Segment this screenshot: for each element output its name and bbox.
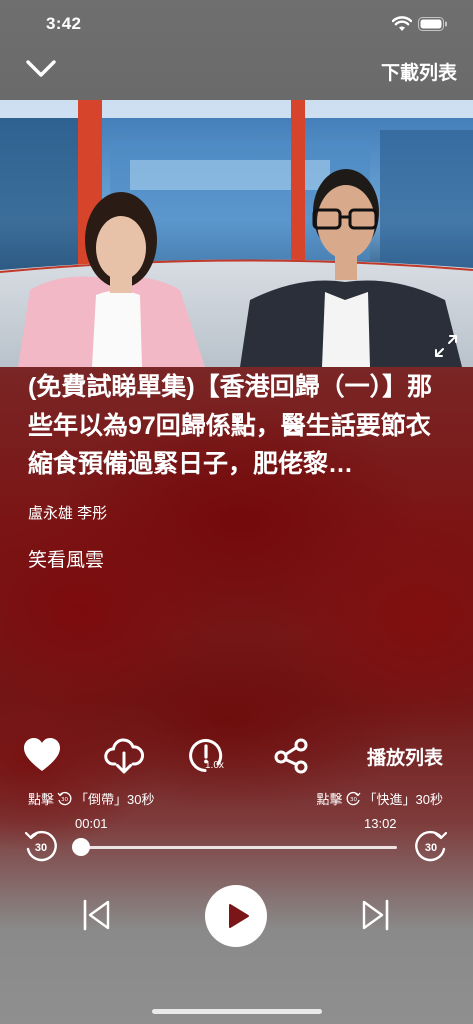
rewind-hint: 點擊 30 「倒帶」30秒 [28, 789, 154, 808]
rewind-30-mini-icon: 30 [57, 791, 72, 806]
share-icon[interactable] [272, 736, 312, 776]
previous-track-icon[interactable] [80, 898, 114, 932]
play-icon [229, 904, 249, 928]
fullscreen-expand-icon[interactable] [433, 333, 459, 359]
forward-seconds: 30 [425, 842, 437, 854]
forward-30-button[interactable]: 30 [414, 829, 448, 863]
svg-text:30: 30 [61, 797, 68, 803]
speed-badge: 1.0x [205, 760, 224, 771]
video-player[interactable] [0, 100, 473, 367]
forward-30-icon: 30 [415, 830, 448, 862]
wifi-icon [392, 16, 412, 31]
battery-icon [418, 17, 447, 31]
collapse-chevron-icon[interactable] [24, 54, 58, 82]
playlist-link[interactable]: 播放列表 [367, 743, 443, 770]
home-indicator [152, 1009, 322, 1014]
rewind-30-button[interactable]: 30 [24, 829, 58, 863]
next-track-icon[interactable] [358, 898, 392, 932]
playback-speed-button[interactable]: 1.0x [188, 736, 228, 776]
forward-hint-text: 「快進」30秒 [363, 792, 443, 807]
rewind-seconds: 30 [35, 842, 47, 854]
cloud-download-icon[interactable] [104, 736, 144, 776]
play-button[interactable] [205, 885, 267, 947]
rewind-hint-text: 「倒帶」30秒 [75, 792, 155, 807]
episode-title: (免費試睇單集)【香港回歸（一）】那些年以為97回歸係點，醫生話要節衣縮食預備過… [28, 373, 433, 478]
like-heart-icon[interactable] [22, 736, 62, 776]
forward-hint-prefix: 點擊 [316, 792, 343, 807]
rewind-30-icon: 30 [24, 830, 57, 862]
video-frame [0, 100, 473, 367]
download-list-link[interactable]: 下載列表 [381, 58, 457, 85]
episode-hosts: 盧永雄 李彤 [28, 505, 108, 522]
program-name[interactable]: 笑看風雲 [28, 545, 104, 572]
progress-thumb[interactable] [72, 838, 91, 856]
elapsed-time: 00:01 [75, 816, 108, 831]
svg-text:30: 30 [350, 797, 357, 803]
total-time: 13:02 [364, 816, 397, 831]
rewind-hint-prefix: 點擊 [28, 792, 55, 807]
progress-track[interactable] [81, 846, 397, 849]
status-time: 3:42 [46, 14, 82, 33]
forward-hint: 點擊 30 「快進」30秒 [317, 789, 443, 808]
forward-30-mini-icon: 30 [346, 791, 360, 806]
